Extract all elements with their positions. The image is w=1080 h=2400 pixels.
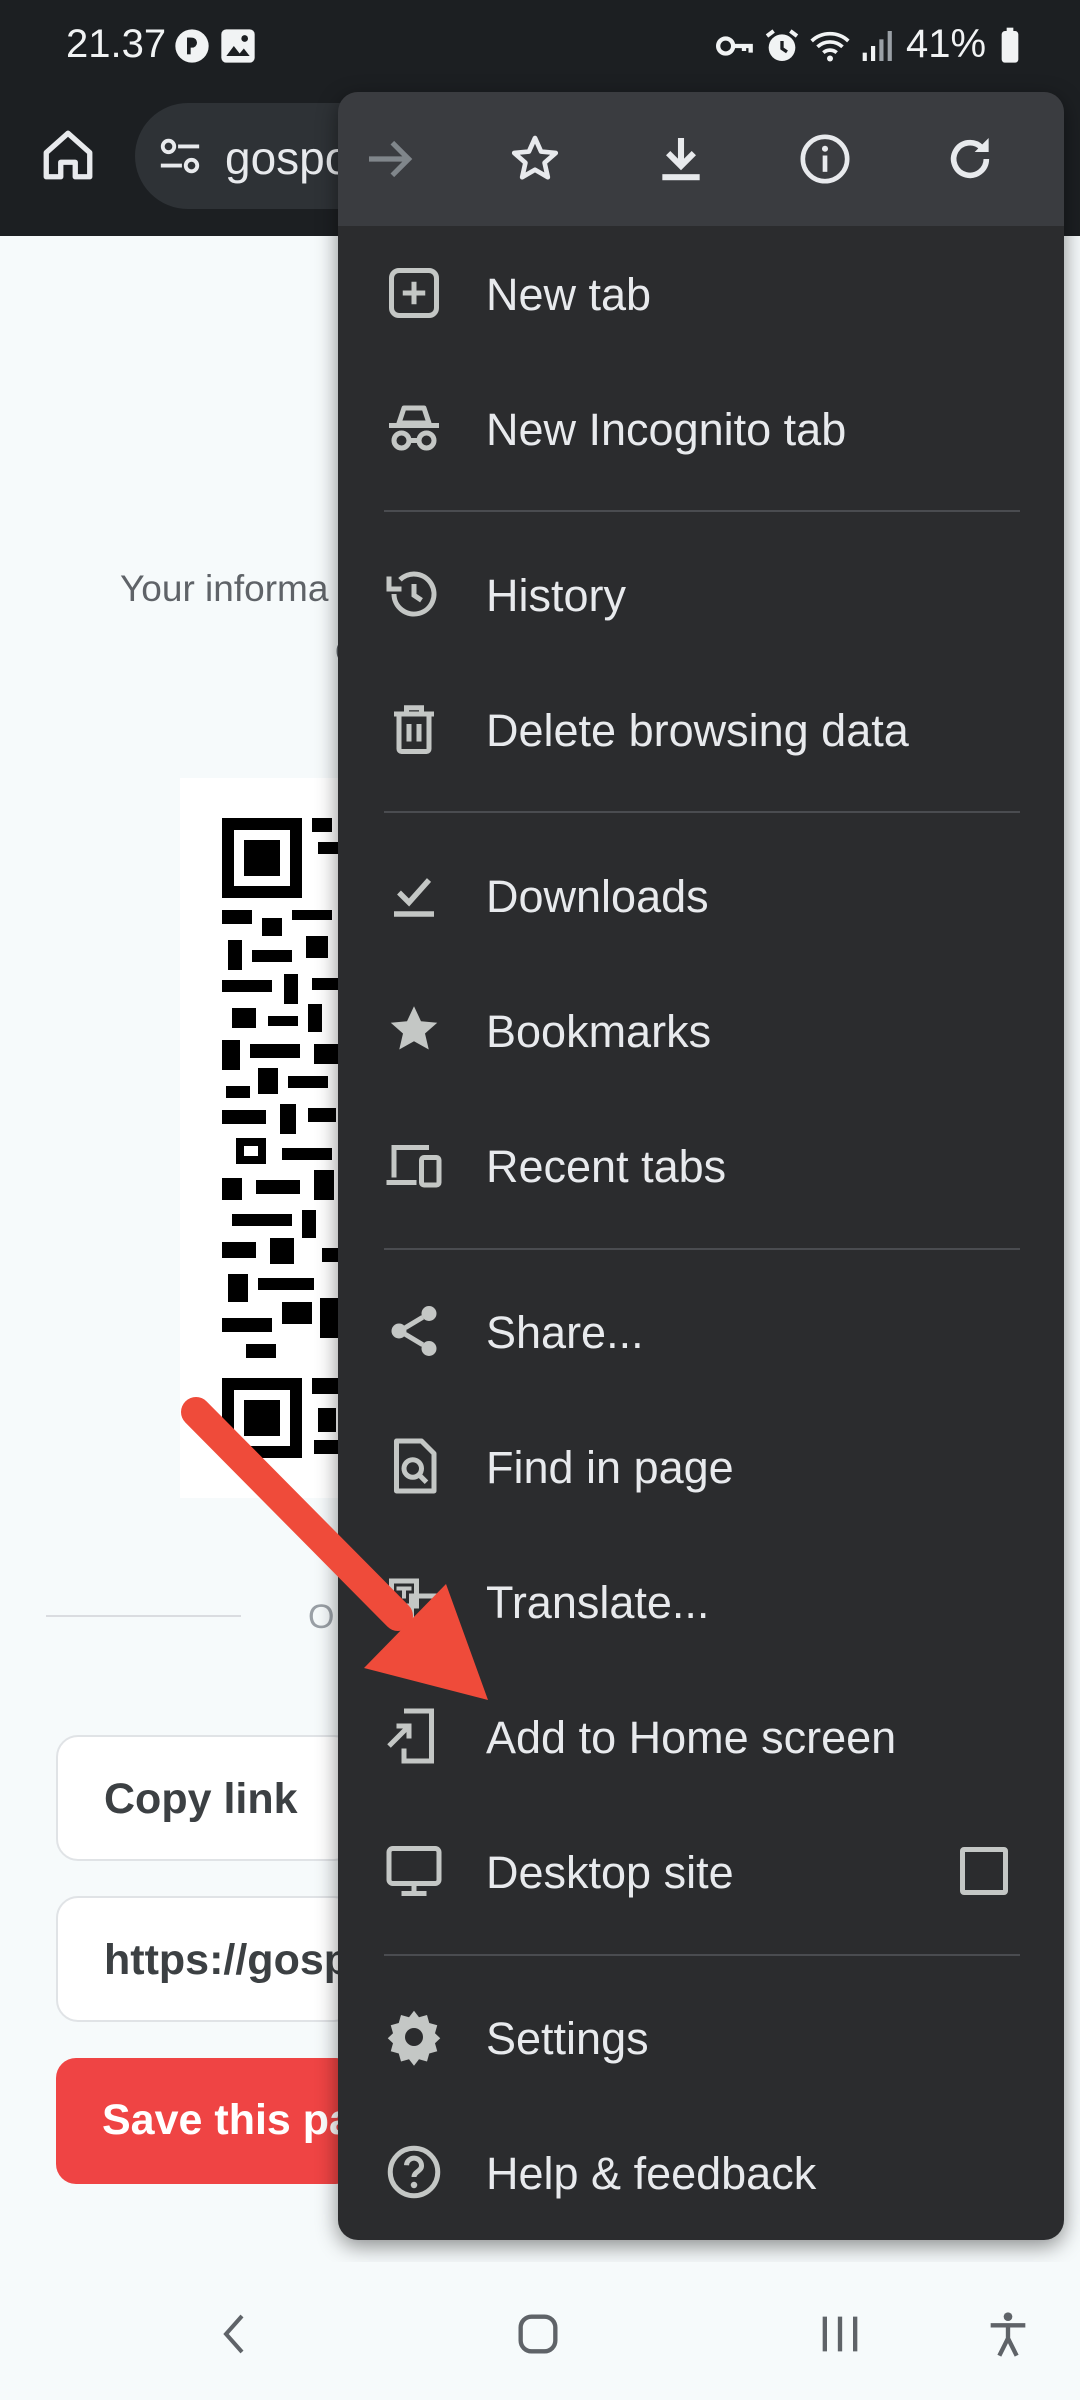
menu-item-help-feedback[interactable]: Help & feedback	[338, 2105, 1064, 2239]
copy-link-button[interactable]: Copy link	[56, 1735, 356, 1861]
devices-icon	[386, 1145, 442, 1188]
new-tab-icon	[389, 268, 439, 318]
back-button[interactable]	[204, 2302, 268, 2366]
android-navigation-bar	[0, 2262, 1080, 2400]
menu-label: Translate...	[486, 1577, 710, 1628]
key-icon	[716, 36, 753, 56]
menu-label: New tab	[486, 269, 652, 320]
vpn-icon	[175, 29, 209, 63]
menu-item-new-incognito-tab[interactable]: New Incognito tab	[338, 361, 1064, 495]
translate-icon	[389, 1578, 439, 1626]
menu-item-downloads[interactable]: Downloads	[338, 828, 1064, 962]
menu-item-recent-tabs[interactable]: Recent tabs	[338, 1098, 1064, 1232]
menu-item-translate[interactable]: Translate...	[338, 1534, 1064, 1668]
menu-item-bookmarks[interactable]: Bookmarks	[338, 963, 1064, 1097]
recents-button[interactable]	[808, 2302, 872, 2366]
home-button[interactable]	[28, 115, 108, 195]
menu-separator	[384, 1248, 1020, 1250]
qr-code-image	[222, 818, 342, 1458]
save-page-label: Save this pa	[102, 2096, 353, 2144]
menu-label: New Incognito tab	[486, 404, 847, 455]
save-page-button[interactable]: Save this pa	[56, 2058, 356, 2184]
find-in-page-icon	[394, 1438, 437, 1494]
page-info-button[interactable]	[795, 129, 855, 189]
alarm-icon	[765, 29, 799, 61]
home-nav-icon	[518, 2314, 558, 2354]
menu-item-desktop-site[interactable]: Desktop site	[338, 1804, 1064, 1938]
add-to-home-icon	[387, 1708, 434, 1764]
page-info-text: Your informa	[120, 568, 329, 609]
menu-label: Desktop site	[486, 1847, 734, 1898]
bookmarks-star-icon	[390, 1006, 438, 1050]
bookmark-page-button[interactable]	[505, 129, 565, 189]
signal-icon	[862, 31, 892, 61]
menu-separator	[384, 811, 1020, 813]
accessibility-icon	[990, 2312, 1026, 2357]
forward-button[interactable]	[360, 129, 420, 189]
or-divider-line	[46, 1615, 241, 1617]
menu-label: Add to Home screen	[486, 1712, 897, 1763]
share-url-field[interactable]: https://gosp	[56, 1896, 356, 2022]
status-time: 21.37	[66, 22, 167, 66]
accessibility-button[interactable]	[976, 2302, 1040, 2366]
menu-item-share[interactable]: Share...	[338, 1264, 1064, 1398]
history-icon	[386, 571, 437, 617]
downloads-icon	[394, 878, 434, 917]
home-nav-button[interactable]	[506, 2302, 570, 2366]
menu-separator	[384, 510, 1020, 512]
incognito-icon	[389, 405, 439, 451]
forward-icon	[369, 140, 413, 178]
refresh-icon	[950, 138, 990, 179]
battery-icon	[1001, 27, 1019, 63]
menu-label: Downloads	[486, 871, 709, 922]
menu-item-delete-browsing-data[interactable]: Delete browsing data	[338, 662, 1064, 796]
gallery-icon	[221, 29, 255, 63]
menu-label: Delete browsing data	[486, 705, 909, 756]
menu-separator	[384, 1954, 1020, 1956]
menu-label: Bookmarks	[486, 1006, 712, 1057]
site-settings-icon[interactable]	[157, 133, 203, 179]
settings-gear-icon	[387, 2010, 441, 2066]
menu-label: Share...	[486, 1307, 644, 1358]
copy-link-label: Copy link	[104, 1775, 298, 1823]
bookmark-star-icon	[511, 135, 559, 180]
menu-label: Recent tabs	[486, 1141, 727, 1192]
chrome-overflow-menu: New tab New Incognito tab History Delete…	[338, 92, 1064, 2240]
menu-label: Find in page	[486, 1442, 734, 1493]
menu-label: History	[486, 570, 627, 621]
menu-item-settings[interactable]: Settings	[338, 1970, 1064, 2104]
or-divider-text: O	[308, 1598, 335, 1636]
share-url-value: https://gosp	[104, 1936, 351, 1984]
menu-item-new-tab[interactable]: New tab	[338, 226, 1064, 360]
battery-percent: 41%	[906, 22, 987, 66]
menu-item-history[interactable]: History	[338, 527, 1064, 661]
back-icon	[223, 2314, 244, 2354]
omnibox-url: gospo	[225, 132, 351, 184]
menu-item-find-in-page[interactable]: Find in page	[338, 1399, 1064, 1533]
share-icon	[391, 1306, 437, 1356]
menu-label: Settings	[486, 2013, 649, 2064]
download-page-button[interactable]	[651, 129, 711, 189]
trash-icon	[394, 705, 434, 754]
menu-item-add-to-home-screen[interactable]: Add to Home screen	[338, 1669, 1064, 1803]
menu-action-row	[338, 92, 1064, 226]
refresh-button[interactable]	[940, 129, 1000, 189]
recents-icon	[822, 2316, 858, 2352]
help-icon	[387, 2145, 441, 2199]
menu-label: Help & feedback	[486, 2148, 817, 2199]
info-icon	[800, 134, 850, 184]
download-icon	[662, 138, 700, 181]
home-icon	[43, 130, 93, 180]
desktop-icon	[386, 1846, 442, 1896]
desktop-site-checkbox[interactable]	[960, 1847, 1008, 1895]
wifi-icon	[810, 31, 850, 62]
